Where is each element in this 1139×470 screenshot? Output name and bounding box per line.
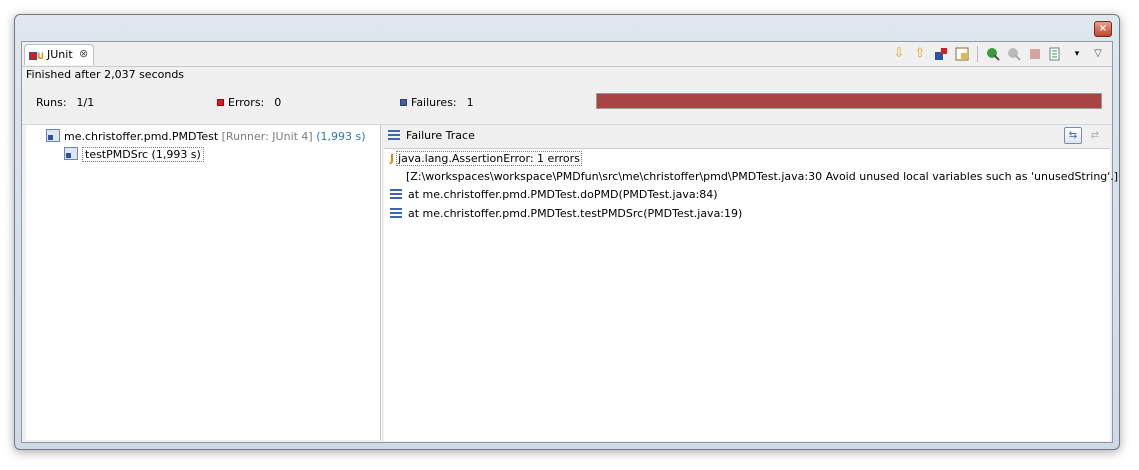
runs-counter: Runs: 1/1 (36, 96, 94, 109)
failure-icon (400, 99, 407, 106)
view-tabbar: U JUnit ⊗ ⇩ ⇧ ▾ ▽ (22, 42, 1112, 67)
trace-line[interactable]: at me.christoffer.pmd.PMDTest.doPMD(PMDT… (390, 187, 718, 203)
trace-exception: java.lang.AssertionError: 1 errors (396, 151, 582, 166)
failure-trace-panel: Jjava.lang.AssertionError: 1 errors [Z:\… (384, 148, 1118, 441)
filter-stack-trace-icon[interactable]: ⇆ (1064, 127, 1082, 144)
runs-value: 1/1 (76, 96, 95, 109)
stack-frame-icon (390, 189, 402, 199)
stop-icon[interactable] (1027, 46, 1043, 62)
test-method-duration: (1,993 s) (151, 148, 201, 161)
progress-bar (596, 93, 1102, 109)
test-method-name: testPMDSrc (85, 148, 149, 161)
test-tree[interactable]: me.christoffer.pmd.PMDTest [Runner: JUni… (26, 125, 381, 440)
failures-value: 1 (466, 96, 474, 109)
history-icon[interactable] (1048, 46, 1064, 62)
view-toolbar: ⇩ ⇧ ▾ ▽ (891, 45, 1106, 63)
errors-label: Errors: (228, 96, 265, 109)
tab-close-icon[interactable]: ⊗ (79, 47, 88, 60)
window-close-button[interactable]: × (1094, 21, 1112, 37)
rerun-icon[interactable] (985, 46, 1001, 62)
errors-counter: Errors: 0 (217, 96, 281, 109)
stack-frame-icon (390, 208, 402, 218)
error-icon (217, 99, 224, 106)
svg-text:U: U (37, 52, 43, 61)
junit-error-icon: J (390, 152, 395, 165)
trace-toolbar: ⇆ ⇄ (1064, 127, 1104, 144)
stack-trace-icon (388, 130, 400, 140)
trace-line[interactable]: [Z:\workspaces\workspace\PMDfun\src\me\c… (406, 169, 1118, 185)
trace-frame: at me.christoffer.pmd.PMDTest.testPMDSrc… (408, 207, 743, 220)
show-failures-only-icon[interactable] (933, 46, 949, 62)
runner-label: [Runner: JUnit 4] (221, 130, 313, 143)
view-menu-icon[interactable]: ▽ (1090, 46, 1106, 62)
previous-failure-icon[interactable]: ⇧ (912, 46, 928, 62)
failure-trace-label: Failure Trace (406, 129, 475, 142)
window: × U JUnit ⊗ ⇩ ⇧ ▾ ▽ Finished after 2,037… (14, 14, 1120, 450)
progress-fill (597, 94, 1101, 108)
tab-junit[interactable]: U JUnit ⊗ (24, 44, 94, 65)
scroll-lock-icon[interactable] (954, 46, 970, 62)
trace-line[interactable]: Jjava.lang.AssertionError: 1 errors (390, 151, 582, 167)
tree-item-test-method[interactable]: testPMDSrc (1,993 s) (64, 147, 204, 163)
junit-icon: U (29, 52, 43, 61)
rerun-failed-first-icon[interactable] (1006, 46, 1022, 62)
failure-trace-header: Failure Trace ⇆ ⇄ (384, 125, 1110, 147)
trace-line[interactable]: at me.christoffer.pmd.PMDTest.testPMDSrc… (390, 206, 742, 222)
trace-frame: at me.christoffer.pmd.PMDTest.doPMD(PMDT… (408, 188, 718, 201)
tab-label: JUnit (47, 48, 73, 61)
dropdown-icon[interactable]: ▾ (1069, 46, 1085, 62)
compare-result-icon[interactable]: ⇄ (1086, 127, 1104, 144)
counters-bar: Runs: 1/1 Errors: 0 Failures: 1 (22, 82, 1112, 125)
status-text: Finished after 2,037 seconds (26, 68, 185, 81)
errors-value: 0 (274, 96, 282, 109)
failures-counter: Failures: 1 (400, 96, 474, 109)
test-method-label: testPMDSrc (1,993 s) (82, 147, 204, 162)
runs-label: Runs: (36, 96, 67, 109)
failure-trace-title: Failure Trace (388, 129, 475, 142)
test-method-failure-icon (64, 147, 78, 160)
test-class-duration: (1,993 s) (316, 130, 366, 143)
next-failure-icon[interactable]: ⇩ (891, 46, 907, 62)
test-suite-icon (46, 129, 60, 142)
junit-view: U JUnit ⊗ ⇩ ⇧ ▾ ▽ Finished after 2,037 s… (21, 41, 1118, 443)
test-class-name: me.christoffer.pmd.PMDTest (64, 130, 219, 143)
failures-label: Failures: (411, 96, 457, 109)
toolbar-separator (977, 46, 978, 62)
tree-item-test-class[interactable]: me.christoffer.pmd.PMDTest [Runner: JUni… (46, 129, 366, 145)
